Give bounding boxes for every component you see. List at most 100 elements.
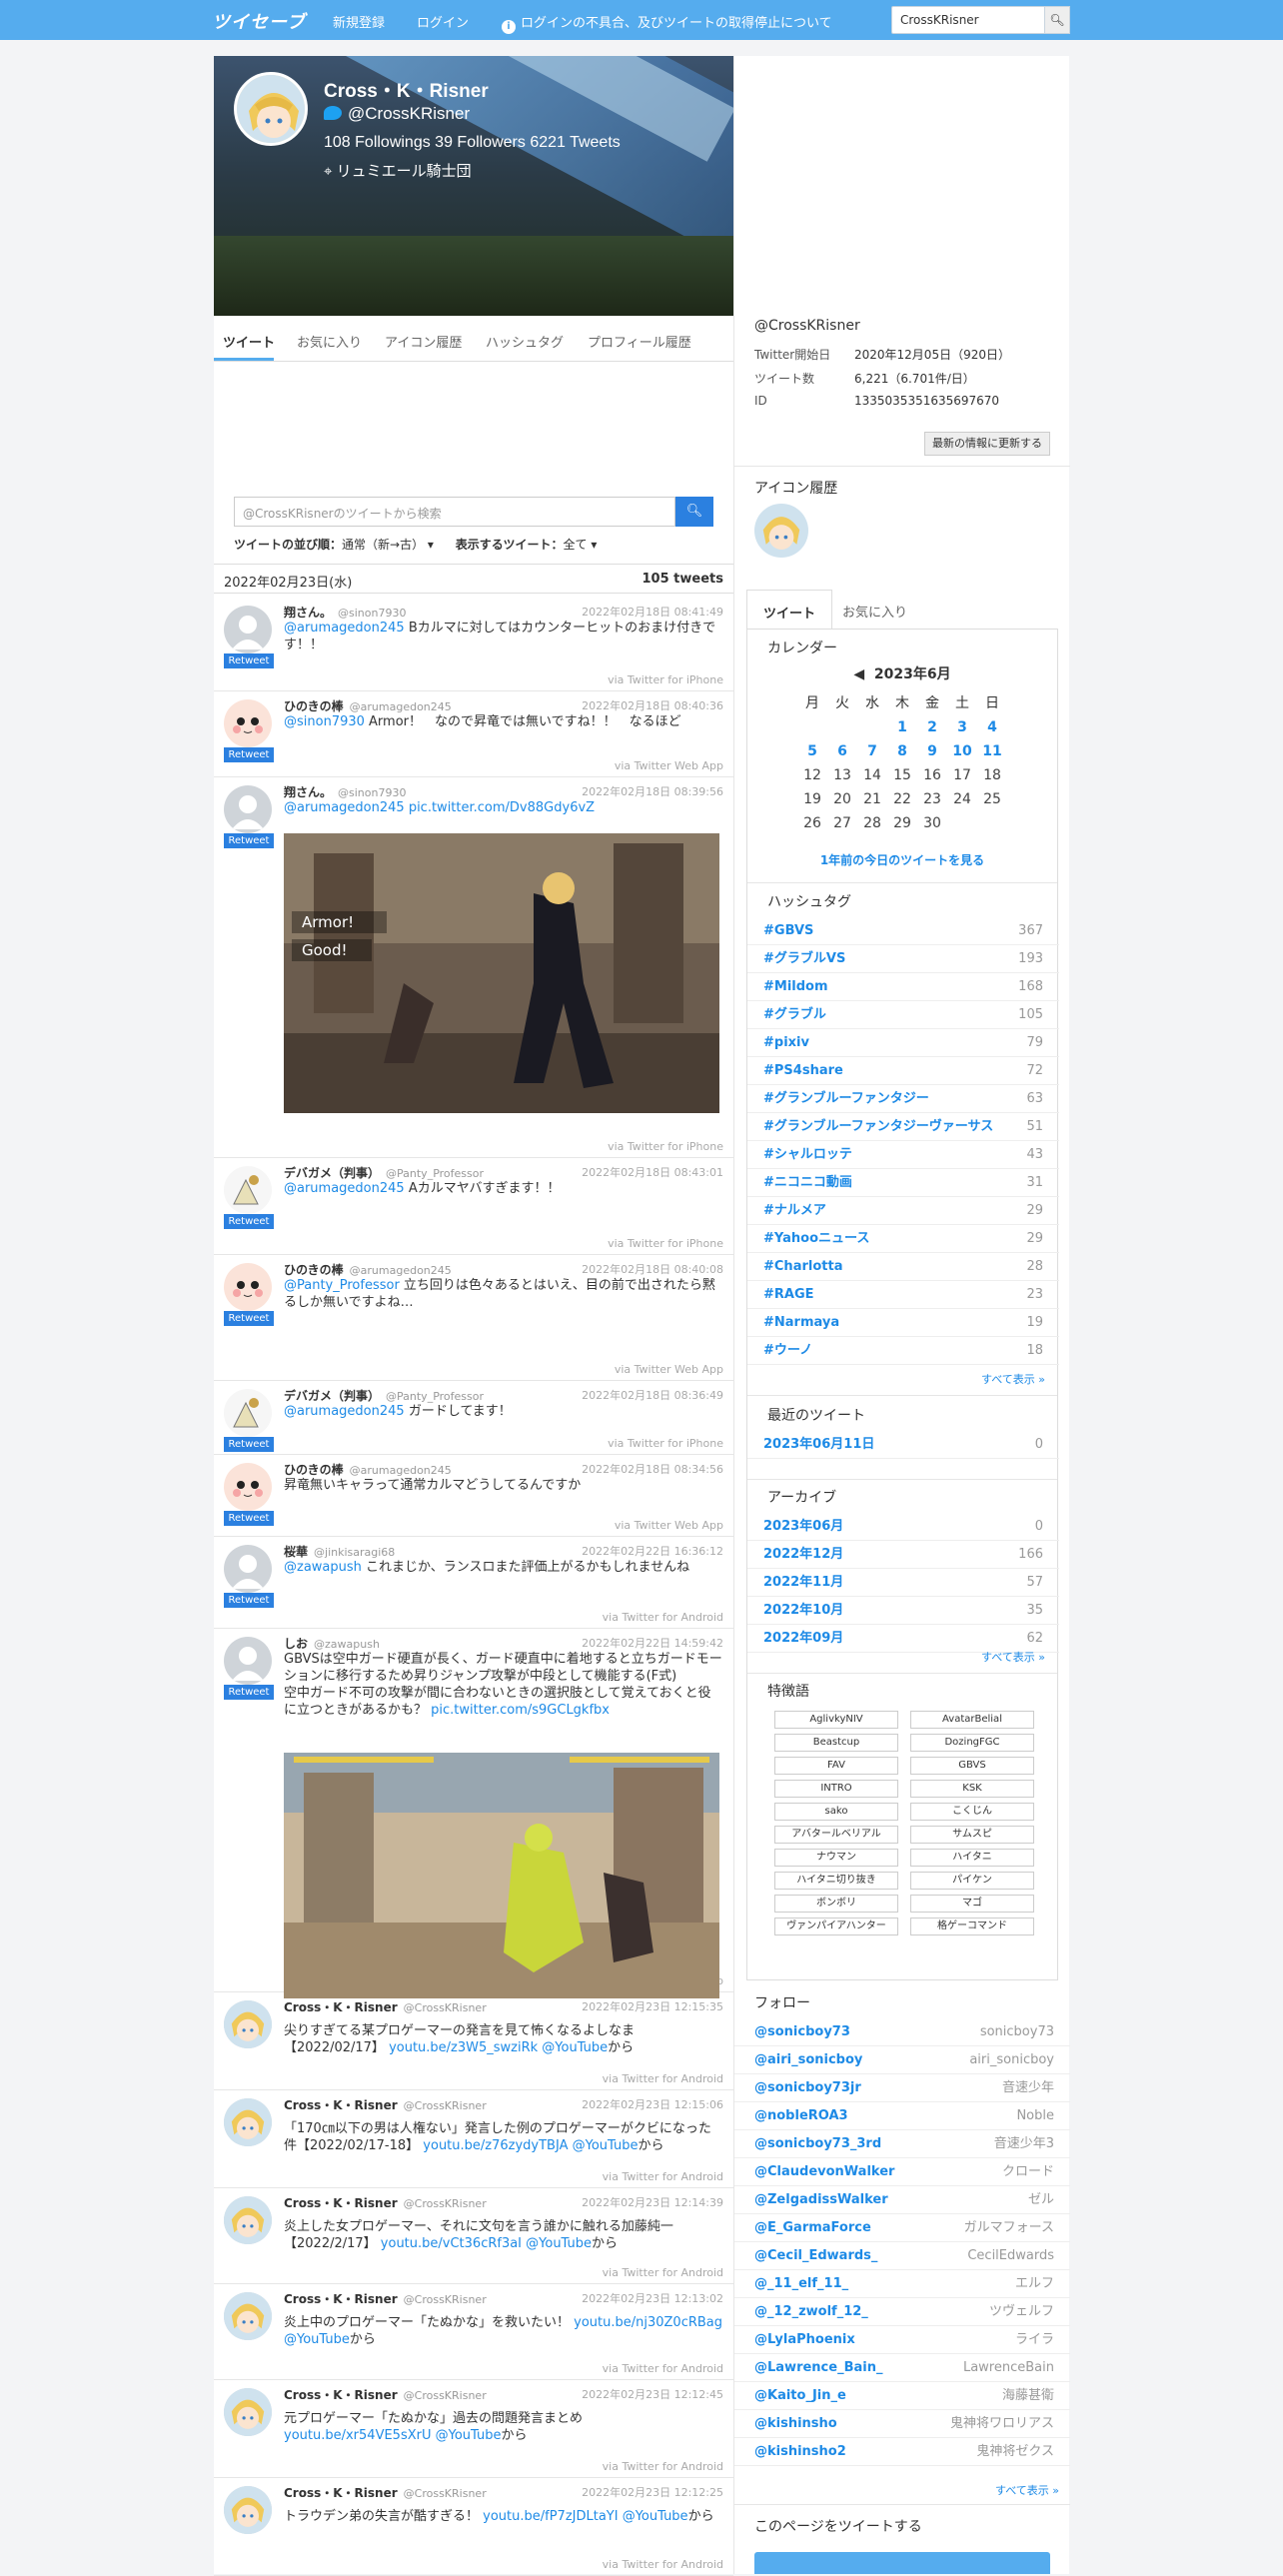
hashtag-item[interactable]: #GBVS 367 bbox=[747, 917, 1059, 945]
tab-icon-history[interactable]: アイコン履歴 bbox=[385, 332, 462, 351]
sort-dropdown[interactable]: 通常（新→古） ▾ bbox=[342, 538, 434, 552]
site-search-input[interactable]: CrossKRisner bbox=[891, 6, 1069, 34]
tweet-author[interactable]: 翔さん。 @sinon7930 bbox=[284, 604, 406, 621]
tab-tweets[interactable]: ツイート bbox=[223, 332, 275, 351]
feature-word[interactable]: Beastcup bbox=[774, 1734, 898, 1752]
tweet-author[interactable]: Cross・K・Risner @CrossKRisner bbox=[284, 2290, 487, 2307]
recent-item[interactable]: 2023年06月11日 0 bbox=[747, 1431, 1059, 1459]
calendar-day[interactable]: 10 bbox=[947, 739, 977, 763]
tweet-date[interactable]: 2022年02月23日 12:12:25 bbox=[582, 2484, 723, 2500]
avatar[interactable] bbox=[224, 606, 272, 653]
follow-item[interactable]: @ZelgadissWalker ゼル bbox=[734, 2186, 1070, 2214]
tab-favorites[interactable]: お気に入り bbox=[297, 332, 362, 351]
tab-profile-history[interactable]: プロフィール履歴 bbox=[588, 332, 691, 351]
tweet-author[interactable]: Cross・K・Risner @CrossKRisner bbox=[284, 2386, 487, 2403]
feature-word[interactable]: KSK bbox=[910, 1780, 1034, 1798]
follow-item[interactable]: @_12_zwolf_12_ ツヴェルフ bbox=[734, 2298, 1070, 2326]
avatar[interactable] bbox=[224, 1166, 272, 1214]
tweet-author[interactable]: Cross・K・Risner @CrossKRisner bbox=[284, 2096, 487, 2113]
sidebar-tab-favorites[interactable]: お気に入り bbox=[826, 590, 923, 630]
avatar[interactable] bbox=[224, 1389, 272, 1437]
hashtag-item[interactable]: #グラブル 105 bbox=[747, 1001, 1059, 1029]
hashtag-item[interactable]: #PS4share 72 bbox=[747, 1057, 1059, 1085]
notice-link[interactable]: i ログインの不具合、及びツイートの取得停止について bbox=[502, 12, 832, 34]
prev-month-icon[interactable]: ◀ bbox=[853, 666, 864, 682]
feature-word[interactable]: sako bbox=[774, 1803, 898, 1821]
filter-dropdown[interactable]: 全て ▾ bbox=[564, 538, 598, 552]
tweet-share-button[interactable] bbox=[754, 2552, 1050, 2574]
tweet-url-link[interactable]: youtu.be/z76zydyTBJA @YouTube bbox=[423, 2138, 638, 2153]
calendar-day[interactable]: 8 bbox=[887, 739, 917, 763]
tweet-date[interactable]: 2022年02月23日 12:14:39 bbox=[582, 2194, 723, 2210]
follow-item[interactable]: @airi_sonicboy airi_sonicboy bbox=[734, 2046, 1070, 2074]
feature-word[interactable]: DozingFGC bbox=[910, 1734, 1034, 1752]
avatar[interactable] bbox=[224, 2098, 272, 2146]
calendar-day[interactable]: 6 bbox=[827, 739, 857, 763]
feature-word[interactable]: サムスピ bbox=[910, 1826, 1034, 1844]
tweet-mention-link[interactable]: @zawapush bbox=[284, 1560, 362, 1575]
feature-word[interactable]: こくじん bbox=[910, 1803, 1034, 1821]
hashtag-item[interactable]: #Mildom 168 bbox=[747, 973, 1059, 1001]
feature-word[interactable]: 格ゲーコマンド bbox=[910, 1918, 1034, 1935]
follow-item[interactable]: @nobleROA3 Noble bbox=[734, 2102, 1070, 2130]
follow-show-all[interactable]: すべて表示 » bbox=[995, 2482, 1059, 2498]
tweet-author[interactable]: Cross・K・Risner @CrossKRisner bbox=[284, 2194, 487, 2211]
tweet-search-input[interactable]: @CrossKRisnerのツイートから検索 bbox=[234, 497, 675, 527]
feature-word[interactable]: FAV bbox=[774, 1757, 898, 1775]
tweet-date[interactable]: 2022年02月18日 08:34:56 bbox=[582, 1461, 723, 1477]
avatar[interactable] bbox=[224, 2486, 272, 2534]
archive-show-all[interactable]: すべて表示 » bbox=[981, 1649, 1045, 1665]
tweet-mention-link[interactable]: @sinon7930 bbox=[284, 714, 365, 729]
hashtag-item[interactable]: #Narmaya 19 bbox=[747, 1309, 1059, 1337]
hashtag-item[interactable]: #グランブルーファンタジーヴァーサス 51 bbox=[747, 1113, 1059, 1141]
follow-item[interactable]: @_11_elf_11_ エルフ bbox=[734, 2270, 1070, 2298]
tweet-mention-link[interactable]: @arumagedon245 bbox=[284, 1404, 405, 1419]
avatar[interactable] bbox=[224, 2388, 272, 2436]
tweet-image[interactable]: Armor! Good! bbox=[284, 833, 719, 1113]
profile-avatar[interactable] bbox=[234, 72, 308, 146]
tweet-date[interactable]: 2022年02月23日 12:15:35 bbox=[582, 1998, 723, 2014]
hashtag-item[interactable]: #シャルロッテ 43 bbox=[747, 1141, 1059, 1169]
login-link[interactable]: ログイン bbox=[417, 12, 469, 31]
follow-item[interactable]: @kishinsho 鬼神将ワロリアス bbox=[734, 2410, 1070, 2438]
tweet-author[interactable]: Cross・K・Risner @CrossKRisner bbox=[284, 2484, 487, 2501]
hashtag-show-all[interactable]: すべて表示 » bbox=[981, 1371, 1045, 1387]
refresh-button[interactable]: 最新の情報に更新する bbox=[924, 432, 1050, 456]
archive-item[interactable]: 2022年12月 166 bbox=[747, 1541, 1059, 1569]
tweet-url-link[interactable]: pic.twitter.com/s9GCLgkfbx bbox=[431, 1703, 610, 1718]
signup-link[interactable]: 新規登録 bbox=[333, 12, 385, 31]
icon-history-avatar[interactable] bbox=[754, 504, 808, 558]
tweet-date[interactable]: 2022年02月18日 08:43:01 bbox=[582, 1164, 723, 1180]
avatar[interactable] bbox=[224, 1263, 272, 1311]
calendar-day[interactable]: 11 bbox=[977, 739, 1007, 763]
tweet-mention-link[interactable]: @arumagedon245 pic.twitter.com/Dv88Gdy6v… bbox=[284, 800, 595, 815]
avatar[interactable] bbox=[224, 1637, 272, 1685]
tweet-author[interactable]: 翔さん。 @sinon7930 bbox=[284, 783, 406, 800]
hashtag-item[interactable]: #ナルメア 29 bbox=[747, 1197, 1059, 1225]
hashtag-item[interactable]: #ウーノ 18 bbox=[747, 1337, 1059, 1365]
feature-word[interactable]: パイケン bbox=[910, 1872, 1034, 1890]
follow-item[interactable]: @Lawrence_Bain_ LawrenceBain bbox=[734, 2354, 1070, 2382]
tweet-date[interactable]: 2022年02月18日 08:40:08 bbox=[582, 1261, 723, 1277]
avatar[interactable] bbox=[224, 2292, 272, 2340]
feature-word[interactable]: INTRO bbox=[774, 1780, 898, 1798]
calendar-day[interactable]: 1 bbox=[887, 715, 917, 739]
archive-item[interactable]: 2022年11月 57 bbox=[747, 1569, 1059, 1597]
hashtag-item[interactable]: #Yahooニュース 29 bbox=[747, 1225, 1059, 1253]
tweet-mention-link[interactable]: @Panty_Professor bbox=[284, 1278, 400, 1293]
feature-word[interactable]: ナウマン bbox=[774, 1849, 898, 1867]
site-search-button[interactable]: 🔍︎ bbox=[1044, 6, 1070, 34]
calendar-day[interactable]: 9 bbox=[917, 739, 947, 763]
tweet-date[interactable]: 2022年02月18日 08:39:56 bbox=[582, 783, 723, 799]
tweet-date[interactable]: 2022年02月23日 12:15:06 bbox=[582, 2096, 723, 2112]
tweet-mention-link[interactable]: @arumagedon245 bbox=[284, 1181, 405, 1196]
tweet-author[interactable]: デバガメ（判事） @Panty_Professor bbox=[284, 1164, 484, 1181]
avatar[interactable] bbox=[224, 2000, 272, 2048]
tweet-author[interactable]: デバガメ（判事） @Panty_Professor bbox=[284, 1387, 484, 1404]
follow-item[interactable]: @ClaudevonWalker クロード bbox=[734, 2158, 1070, 2186]
tweet-url-link[interactable]: youtu.be/xr54VE5sXrU @YouTube bbox=[284, 2428, 501, 2443]
tweet-search-button[interactable]: 🔍︎ bbox=[675, 497, 713, 527]
follow-item[interactable]: @sonicboy73jr 音速少年 bbox=[734, 2074, 1070, 2102]
calendar-day[interactable]: 2 bbox=[917, 715, 947, 739]
year-ago-link[interactable]: 1年前の今日のツイートを見る bbox=[747, 851, 1057, 868]
